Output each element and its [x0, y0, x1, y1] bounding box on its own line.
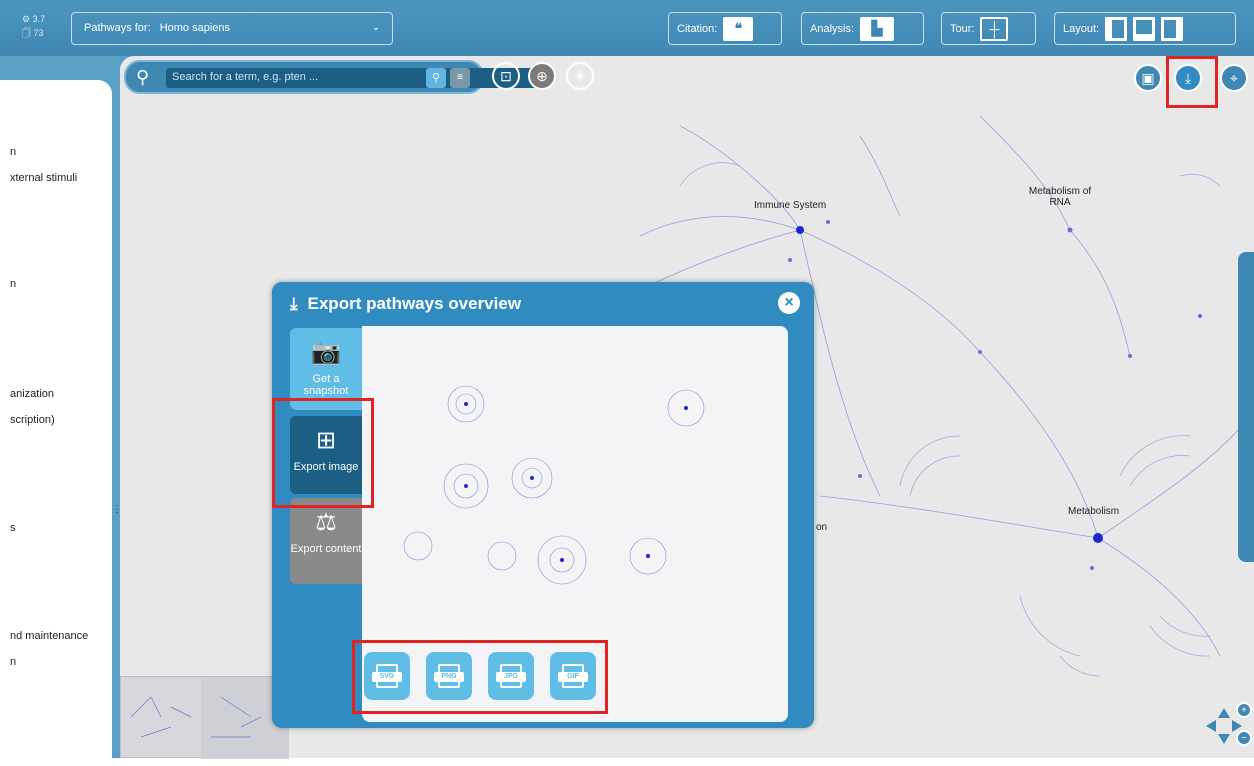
species-prefix: Pathways for:: [84, 22, 151, 34]
layout-left-icon[interactable]: [1105, 16, 1128, 41]
tab-export-content[interactable]: ⚖ Export content: [290, 498, 362, 584]
tour-button[interactable]: Tour: ┼: [941, 12, 1036, 45]
compass-icon[interactable]: ⌖: [1220, 64, 1248, 92]
hierarchy-item[interactable]: s: [10, 522, 16, 534]
camera-icon: 📷: [311, 339, 341, 366]
image-icon[interactable]: ▣: [1134, 64, 1162, 92]
highlight-format-buttons: [352, 640, 608, 714]
tab-label: Get a snapshot: [303, 373, 349, 397]
citation-button[interactable]: Citation: ❝: [668, 12, 782, 45]
dialog-title-text: Export pathways overview: [307, 294, 522, 313]
panel-splitter[interactable]: ⋮: [112, 504, 122, 534]
search-icon: ⚲: [136, 67, 150, 87]
version-line: 🗍 73: [22, 28, 44, 38]
graph-icon[interactable]: ⊕: [528, 62, 556, 90]
details-panel-tab[interactable]: [1238, 252, 1254, 562]
species-selector[interactable]: Pathways for: Homo sapiens ⌄: [71, 12, 393, 45]
zoom-fit-icon[interactable]: ⊡: [492, 62, 520, 90]
analysis-label: Analysis:: [810, 22, 855, 35]
search-options-button[interactable]: ≡: [450, 68, 470, 88]
pathway-label-metabolism[interactable]: Metabolism: [1068, 506, 1119, 517]
hierarchy-item[interactable]: xternal stimuli: [10, 172, 77, 184]
layout-button[interactable]: Layout:: [1054, 12, 1236, 45]
tab-label: Export content: [290, 543, 362, 555]
hierarchy-item[interactable]: n: [10, 278, 16, 290]
zoom-out-icon[interactable]: −: [1236, 730, 1252, 746]
top-toolbar: ⚙ 3.7 🗍 73 Pathways for: Homo sapiens ⌄ …: [0, 0, 1254, 56]
search-placeholder: Search for a term, e.g. pten ...: [172, 71, 319, 83]
dialog-title: ⤓ Export pathways overview: [290, 294, 521, 314]
close-icon[interactable]: ×: [778, 292, 800, 314]
preview-graph: [403, 385, 705, 585]
pathway-label-partial[interactable]: on: [816, 522, 827, 533]
species-value: Homo sapiens: [159, 22, 231, 34]
zoom-in-icon[interactable]: +: [1236, 702, 1252, 718]
hierarchy-item[interactable]: n: [10, 146, 16, 158]
layout-bottom-icon[interactable]: [1133, 16, 1156, 41]
highlight-download: [1166, 56, 1218, 108]
minimap[interactable]: [120, 676, 289, 759]
network-icon[interactable]: ✷: [566, 62, 594, 90]
tour-label: Tour:: [950, 22, 975, 35]
hierarchy-item[interactable]: anization: [10, 388, 54, 400]
pathway-label-immune[interactable]: Immune System: [754, 200, 826, 211]
search-bar: ⚲ Search for a term, e.g. pten ... ⚲ ≡: [124, 60, 544, 94]
scale-icon: ⚖: [315, 509, 337, 536]
search-submit-button[interactable]: ⚲: [426, 68, 446, 88]
layout-right-icon[interactable]: [1161, 16, 1184, 41]
search-input[interactable]: Search for a term, e.g. pten ...: [166, 68, 544, 88]
quote-icon: ❝: [723, 16, 754, 41]
chevron-down-icon: ⌄: [371, 22, 380, 33]
pathway-label-rna[interactable]: Metabolism of RNA: [1028, 186, 1092, 208]
hierarchy-item[interactable]: n: [10, 656, 16, 668]
version-info: ⚙ 3.7 🗍 73: [22, 12, 45, 40]
hierarchy-item[interactable]: scription): [10, 414, 55, 426]
analysis-button[interactable]: Analysis: ▙: [801, 12, 924, 45]
analysis-icon: ▙: [860, 16, 895, 41]
hierarchy-item[interactable]: nd maintenance: [10, 630, 88, 642]
signpost-icon: ┼: [980, 16, 1009, 41]
version-line: ⚙ 3.7: [22, 14, 46, 24]
hierarchy-panel: n xternal stimuli n anization scription)…: [0, 80, 112, 758]
highlight-export-image-tab: [272, 398, 374, 508]
citation-label: Citation:: [677, 22, 718, 35]
download-icon: ⤓: [290, 294, 298, 313]
layout-label: Layout:: [1063, 22, 1100, 35]
